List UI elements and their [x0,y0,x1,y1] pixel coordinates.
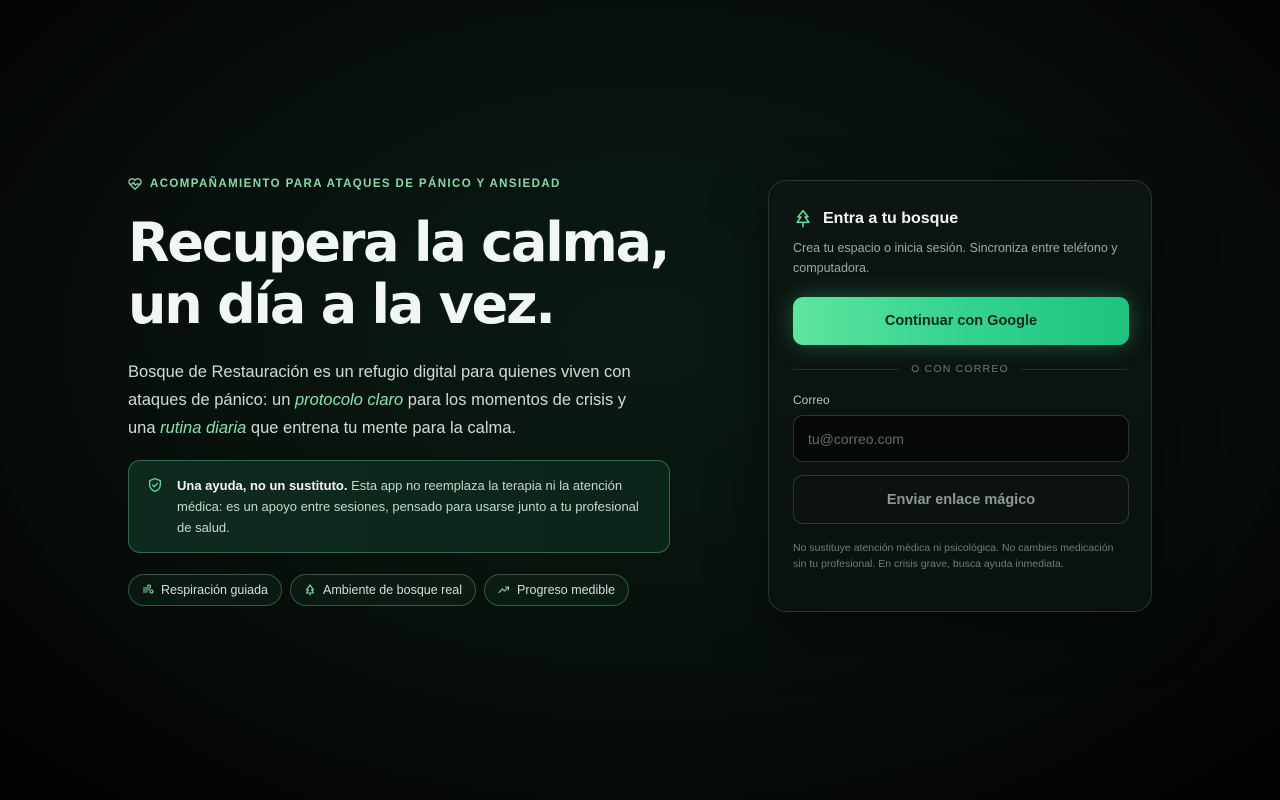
or-divider: O CON CORREO [793,363,1128,375]
auth-title-text: Entra a tu bosque [823,210,959,227]
heart-pulse-icon [128,178,142,190]
email-label: Correo [793,393,830,407]
page-title: Recupera la calma, un día a la vez. [128,212,688,336]
lead-emphasis-protocol: protocolo claro [294,391,404,409]
headline-line-2: un día a la vez. [128,273,556,336]
notice-text: Una ayuda, no un sustituto. Esta app no … [177,475,653,538]
chip-label: Ambiente de bosque real [323,583,462,597]
chip-forest: Ambiente de bosque real [290,574,476,606]
auth-card-title: Entra a tu bosque [793,209,1127,229]
chip-label: Progreso medible [517,583,615,597]
auth-subtitle: Crea tu espacio o inicia sesión. Sincron… [793,241,1118,275]
notice-strong: Una ayuda, no un sustituto. [177,478,348,493]
tree-icon [305,584,315,596]
auth-disclaimer: No sustituye atención médica ni psicológ… [793,542,1114,570]
trending-up-icon [498,586,510,594]
lead-emphasis-routine: rutina diaria [160,419,247,437]
eyebrow: ACOMPAÑAMIENTO PARA ATAQUES DE PÁNICO Y … [128,176,688,192]
wind-icon [142,584,154,594]
lead-paragraph: Bosque de Restauración es un refugio dig… [128,358,638,442]
headline-line-1: Recupera la calma, [128,211,670,274]
tree-icon [796,209,810,228]
feature-chips: Respiración guiada Ambiente de bosque re… [128,574,688,606]
email-input[interactable] [793,415,1129,462]
divider-text: O CON CORREO [911,363,1009,375]
auth-card: Entra a tu bosque Crea tu espacio o inic… [768,180,1152,612]
eyebrow-text: ACOMPAÑAMIENTO PARA ATAQUES DE PÁNICO Y … [150,178,561,190]
chip-label: Respiración guiada [161,583,269,597]
magic-link-button[interactable]: Enviar enlace mágico [793,475,1129,524]
google-signin-button[interactable]: Continuar con Google [793,297,1129,345]
disclaimer-notice: Una ayuda, no un sustituto. Esta app no … [128,460,670,553]
chip-progress: Progreso medible [484,574,629,606]
lead-text-3: que entrena tu mente para la calma. [246,419,517,437]
shield-check-icon [149,478,161,492]
chip-breathing: Respiración guiada [128,574,283,606]
hero-section: ACOMPAÑAMIENTO PARA ATAQUES DE PÁNICO Y … [128,176,688,606]
divider-line-right [1020,368,1128,370]
divider-line-left [793,368,900,370]
